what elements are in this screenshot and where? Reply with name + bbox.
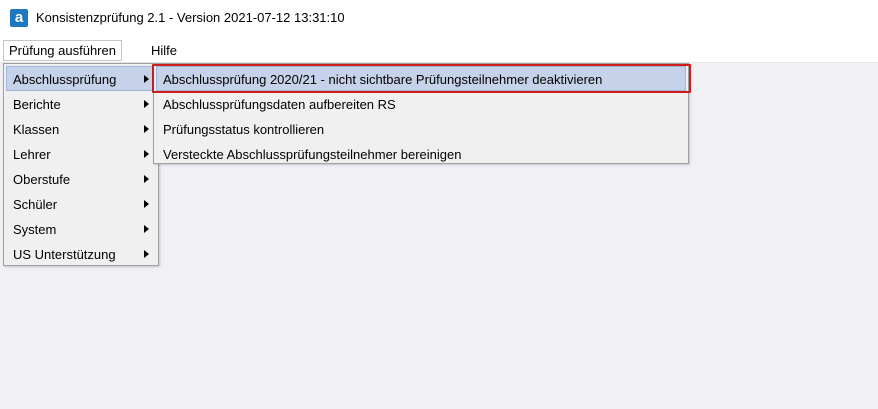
menu-item-system[interactable]: System (6, 216, 156, 241)
submenu-abschlusspruefung: Abschlussprüfung 2020/21 - nicht sichtba… (153, 63, 689, 164)
menu-item-klassen[interactable]: Klassen (6, 116, 156, 141)
menu-bar: Prüfung ausführen Hilfe (0, 38, 878, 63)
menu-item-us-unterstuetzung[interactable]: US Unterstützung (6, 241, 156, 266)
menu-item-label: Lehrer (13, 147, 51, 162)
dropdown-menu-pruefung: Abschlussprüfung Berichte Klassen Lehrer… (3, 63, 159, 266)
menu-item-label: Klassen (13, 122, 60, 137)
menu-item-oberstufe[interactable]: Oberstufe (6, 166, 156, 191)
submenu-item-label: Abschlussprüfungsdaten aufbereiten RS (163, 97, 396, 112)
menu-pruefung-ausfuehren[interactable]: Prüfung ausführen (3, 40, 122, 61)
submenu-item-versteckte-bereinigen[interactable]: Versteckte Abschlussprüfungsteilnehmer b… (156, 141, 686, 166)
submenu-arrow-icon (144, 175, 149, 183)
submenu-arrow-icon (144, 250, 149, 258)
menu-item-label: Berichte (13, 97, 61, 112)
submenu-arrow-icon (144, 75, 149, 83)
title-bar: a Konsistenzprüfung 2.1 - Version 2021-0… (0, 0, 878, 38)
submenu-arrow-icon (144, 150, 149, 158)
menu-hilfe[interactable]: Hilfe (145, 40, 183, 61)
menu-item-label: Oberstufe (13, 172, 71, 187)
window-title: Konsistenzprüfung 2.1 - Version 2021-07-… (36, 10, 345, 25)
submenu-arrow-icon (144, 100, 149, 108)
submenu-arrow-icon (144, 125, 149, 133)
submenu-item-label: Abschlussprüfung 2020/21 - nicht sichtba… (163, 72, 603, 87)
submenu-item-label: Prüfungsstatus kontrollieren (163, 122, 325, 137)
menu-item-label: US Unterstützung (13, 247, 116, 262)
submenu-item-pruefungsstatus-kontrollieren[interactable]: Prüfungsstatus kontrollieren (156, 116, 686, 141)
submenu-item-daten-aufbereiten-rs[interactable]: Abschlussprüfungsdaten aufbereiten RS (156, 91, 686, 116)
menu-item-label: Abschlussprüfung (13, 72, 117, 87)
menu-item-berichte[interactable]: Berichte (6, 91, 156, 116)
menu-item-abschlusspruefung[interactable]: Abschlussprüfung (6, 66, 156, 91)
submenu-arrow-icon (144, 225, 149, 233)
submenu-item-nicht-sichtbare-deaktivieren[interactable]: Abschlussprüfung 2020/21 - nicht sichtba… (156, 66, 686, 91)
app-logo-icon: a (10, 9, 28, 27)
submenu-item-label: Versteckte Abschlussprüfungsteilnehmer b… (163, 147, 462, 162)
menu-item-schueler[interactable]: Schüler (6, 191, 156, 216)
menu-item-lehrer[interactable]: Lehrer (6, 141, 156, 166)
menu-item-label: Schüler (13, 197, 58, 212)
submenu-arrow-icon (144, 200, 149, 208)
menu-item-label: System (13, 222, 57, 237)
